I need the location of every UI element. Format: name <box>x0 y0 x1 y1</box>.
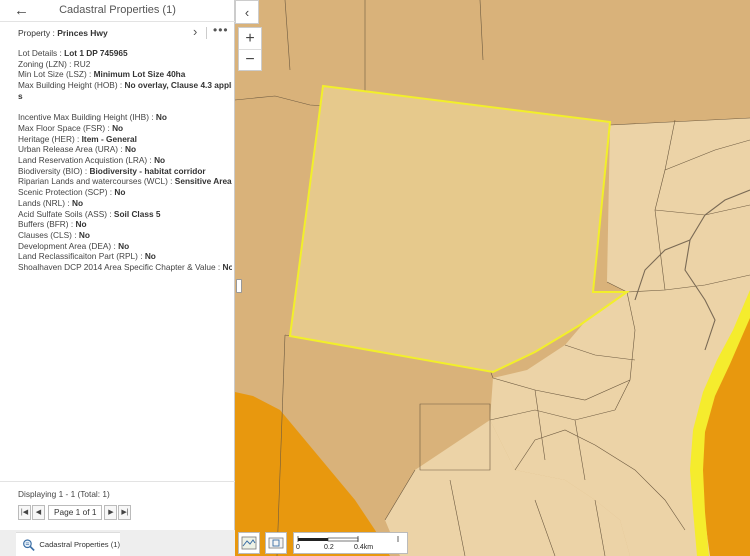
attribute-row: Land Reservation Acquistion (LRA) : No <box>18 155 232 166</box>
attribute-value: RU2 <box>73 58 91 69</box>
attribute-label: Land Reclassificaiton Part (RPL) : <box>18 251 145 262</box>
overview-map-icon <box>268 537 284 549</box>
attribute-value: No <box>78 229 90 240</box>
property-row[interactable]: Property : Princes Hwy › ••• <box>0 23 235 42</box>
attribute-row: Min Lot Size (LSZ) : Minimum Lot Size 40… <box>18 69 232 80</box>
taskbar-tab-label: Cadastral Properties (1) <box>39 540 120 549</box>
divider <box>0 481 235 482</box>
chevron-right-icon[interactable]: › <box>193 24 197 39</box>
attribute-row: Lands (NRL) : No <box>18 198 232 209</box>
attribute-value: No <box>71 197 84 208</box>
more-options-icon[interactable]: ••• <box>213 23 229 37</box>
attribute-label: Biodiversity (BIO) : <box>18 165 90 176</box>
displaying-count: Displaying 1 - 1 (Total: 1) <box>18 489 110 499</box>
results-panel: ← Cadastral Properties (1) Property : Pr… <box>0 0 235 556</box>
attribute-value: No <box>222 262 232 273</box>
overview-map-button[interactable] <box>265 532 287 554</box>
attribute-label: Shoalhaven DCP 2014 Area Specific Chapte… <box>18 262 223 273</box>
basemap-icon <box>241 536 257 550</box>
attribute-row: Heritage (HER) : Item - General <box>18 134 232 145</box>
attribute-row: Riparian Lands and watercourses (WCL) : … <box>18 176 232 187</box>
zoom-control: + − <box>238 27 262 71</box>
attribute-value: No <box>154 155 166 166</box>
attribute-row: Zoning (LZN) : RU2 <box>18 59 232 70</box>
attribute-row: Max Building Height (HOB) : No overlay, … <box>18 80 232 91</box>
map-canvas[interactable] <box>235 0 750 556</box>
panel-title: Cadastral Properties (1) <box>59 4 176 16</box>
attribute-value: No <box>124 144 137 155</box>
taskbar-tab-cadastral[interactable]: Cadastral Properties (1) <box>16 532 120 556</box>
last-page-button[interactable]: ▶| <box>118 504 132 520</box>
zoom-out-button[interactable]: − <box>239 49 261 70</box>
attribute-value: No <box>144 251 156 262</box>
attribute-label: Min Lot Size (LSZ) : <box>18 69 94 80</box>
attribute-label: Zoning (LZN) : <box>18 58 74 69</box>
pager: |◀ ◀ Page 1 of 1 ▶ ▶| <box>18 504 132 520</box>
attribute-value: No <box>155 112 167 123</box>
attribute-row: Acid Sulfate Soils (ASS) : Soil Class 5 <box>18 209 232 220</box>
attribute-row: Lot Details : Lot 1 DP 745965 <box>18 48 232 59</box>
attribute-value: No <box>114 187 126 198</box>
attribute-label: Lands (NRL) : <box>18 197 72 208</box>
attribute-value: No overlay, Clause 4.3 applie <box>124 80 232 91</box>
attribute-label: Max Floor Space (FSR) : <box>18 122 113 133</box>
attribute-label: Incentive Max Building Height (IHB) : <box>18 112 156 123</box>
map-view[interactable]: ‹ + − 0 0.2 0.4km <box>235 0 750 556</box>
attribute-value: No <box>75 219 87 230</box>
attribute-value: Minimum Lot Size 40ha <box>93 69 186 80</box>
attribute-label: Buffers (BFR) : <box>18 219 76 230</box>
divider <box>206 27 207 39</box>
attribute-row: Biodiversity (BIO) : Biodiversity - habi… <box>18 166 232 177</box>
attribute-value: Lot 1 DP 745965 <box>64 48 128 58</box>
scale-bar: 0 0.2 0.4km <box>293 532 408 554</box>
first-page-button[interactable]: |◀ <box>18 504 31 520</box>
attribute-value: Sensitive Area <box>174 176 232 187</box>
attribute-label: Scenic Protection (SCP) : <box>18 187 115 198</box>
attribute-row: Incentive Max Building Height (IHB) : No <box>18 112 232 123</box>
basemap-button[interactable] <box>238 532 260 554</box>
attribute-label: Lot Details : <box>18 48 65 58</box>
attribute-label: Heritage (HER) : <box>18 133 82 144</box>
attribute-value: No <box>118 240 130 251</box>
attribute-row: Clauses (CLS) : No <box>18 230 232 241</box>
attribute-label: Acid Sulfate Soils (ASS) : <box>18 208 114 219</box>
attribute-label: Urban Release Area (URA) : <box>18 144 125 155</box>
scale-label: 0.4km <box>354 544 374 551</box>
attribute-label: Development Area (DEA) : <box>18 240 119 251</box>
attribute-label: Max Building Height (HOB) : <box>18 80 125 91</box>
attribute-row: Max Floor Space (FSR) : No <box>18 123 232 134</box>
zoom-in-button[interactable]: + <box>239 28 261 49</box>
attribute-value-continued: s <box>18 90 23 101</box>
attribute-row: Shoalhaven DCP 2014 Area Specific Chapte… <box>18 262 232 273</box>
attribute-value: Biodiversity - habitat corridor <box>89 165 206 176</box>
property-value: Princes Hwy <box>57 28 108 38</box>
attribute-label: Clauses (CLS) : <box>18 229 79 240</box>
attribute-value: Item - General <box>81 133 137 144</box>
attribute-value: No <box>112 122 124 133</box>
attribute-row: Urban Release Area (URA) : No <box>18 144 232 155</box>
attribute-row: Land Reclassificaiton Part (RPL) : No <box>18 251 232 262</box>
attribute-row: Development Area (DEA) : No <box>18 241 232 252</box>
attribute-list: Lot Details : Lot 1 DP 745965 Zoning (LZN… <box>18 48 232 273</box>
search-results-icon <box>23 538 35 551</box>
attribute-row: Buffers (BFR) : No <box>18 219 232 230</box>
page-indicator: Page 1 of 1 <box>48 504 103 520</box>
scale-label: 0.2 <box>324 544 334 551</box>
panel-resize-handle[interactable] <box>236 279 242 293</box>
scale-bar-graphic <box>297 536 399 542</box>
collapse-panel-button[interactable]: ‹ <box>235 0 259 24</box>
scale-label: 0 <box>296 544 300 551</box>
attribute-label: Land Reservation Acquistion (LRA) : <box>18 155 155 166</box>
attribute-label: Riparian Lands and watercourses (WCL) : <box>18 176 175 187</box>
attribute-row: Scenic Protection (SCP) : No <box>18 187 232 198</box>
panel-header: ← Cadastral Properties (1) <box>0 0 235 22</box>
next-page-button[interactable]: ▶ <box>104 504 118 520</box>
attribute-value: Soil Class 5 <box>113 208 161 219</box>
property-label: Property : Princes Hwy <box>18 28 108 38</box>
prev-page-button[interactable]: ◀ <box>32 504 45 520</box>
